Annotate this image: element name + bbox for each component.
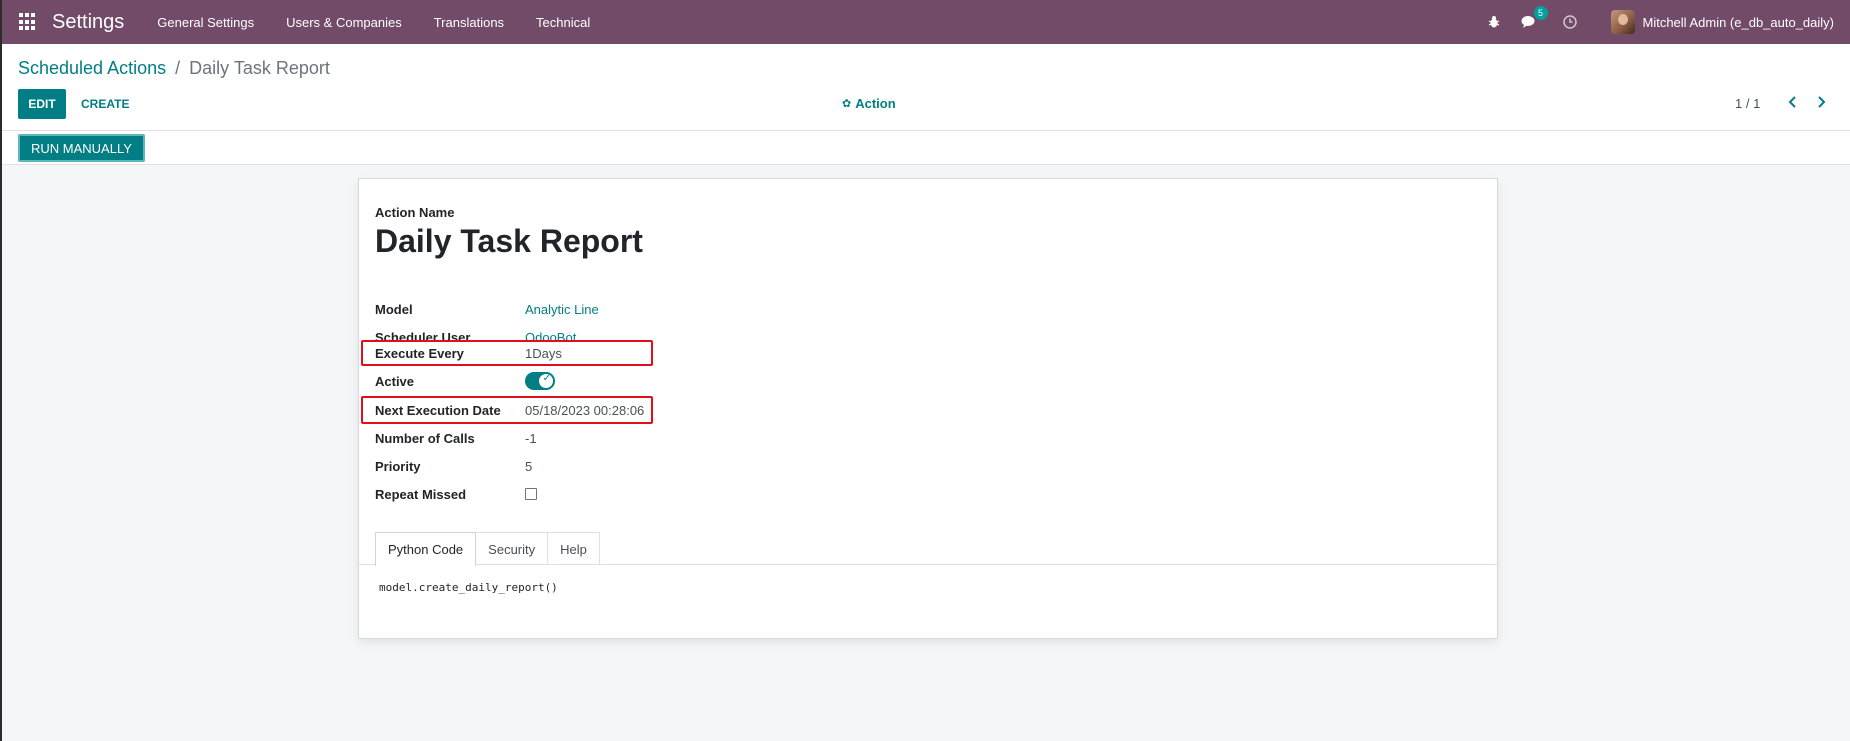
field-active: Active ✓	[375, 369, 675, 393]
control-panel: Scheduled Actions / Daily Task Report ED…	[2, 44, 1850, 131]
menu-general-settings[interactable]: General Settings	[141, 15, 270, 30]
form-statusbar: RUN MANUALLY	[2, 131, 1850, 165]
field-priority-value: 5	[525, 458, 533, 474]
action-name-label: Action Name	[375, 205, 455, 220]
check-icon: ✓	[542, 373, 551, 384]
field-model-label: Model	[375, 301, 413, 317]
chevron-left-icon[interactable]	[1783, 92, 1803, 112]
breadcrumb-separator: /	[175, 58, 181, 78]
navbar-systray: 5 Mitchell Admin (e_db_auto_daily)	[1477, 0, 1850, 44]
notebook-tabs: Python Code Security Help	[375, 532, 600, 566]
clock-icon[interactable]	[1562, 15, 1577, 29]
pager-value[interactable]: 1 / 1	[1735, 96, 1760, 111]
top-navbar: Settings General Settings Users & Compan…	[2, 0, 1850, 44]
form-sheet: Action Name Daily Task Report Model Anal…	[358, 178, 1498, 639]
action-menu-label: Action	[855, 96, 896, 111]
user-name: Mitchell Admin (e_db_auto_daily)	[1642, 14, 1835, 30]
field-active-label: Active	[375, 373, 415, 389]
field-nextcall-label: Next Execution Date	[375, 402, 501, 418]
field-numbercall-label: Number of Calls	[375, 430, 475, 446]
field-nextcall-value: 05/18/2023 00:28:06	[525, 402, 645, 418]
field-interval-label: Execute Every	[375, 345, 464, 361]
messages-badge: 5	[1533, 6, 1548, 20]
field-execute-every: Execute Every 1Days	[375, 341, 675, 365]
chat-icon[interactable]: 5	[1521, 6, 1548, 29]
field-number-of-calls: Number of Calls -1	[375, 426, 675, 450]
create-button[interactable]: CREATE	[72, 89, 138, 119]
menu-users-companies[interactable]: Users & Companies	[270, 15, 418, 30]
python-code-editor[interactable]: model.create_daily_report()	[379, 581, 558, 594]
avatar	[1610, 10, 1635, 34]
breadcrumb-scheduled-actions[interactable]: Scheduled Actions	[18, 58, 166, 78]
field-next-execution-date: Next Execution Date 05/18/2023 00:28:06	[375, 398, 675, 422]
field-numbercall-value: -1	[525, 430, 537, 446]
apps-grid-icon[interactable]	[19, 13, 37, 31]
field-priority-label: Priority	[375, 458, 421, 474]
field-doall-label: Repeat Missed	[375, 486, 467, 502]
user-menu[interactable]: Mitchell Admin (e_db_auto_daily)	[1610, 10, 1835, 34]
bug-icon[interactable]	[1487, 15, 1501, 29]
field-model-value[interactable]: Analytic Line	[525, 302, 599, 317]
app-title[interactable]: Settings	[52, 11, 124, 34]
repeat-missed-checkbox[interactable]	[525, 488, 537, 500]
field-repeat-missed: Repeat Missed	[375, 482, 675, 506]
run-manually-button[interactable]: RUN MANUALLY	[18, 134, 145, 162]
tab-divider	[359, 564, 1497, 565]
menu-technical[interactable]: Technical	[520, 15, 606, 30]
tab-help[interactable]: Help	[547, 532, 600, 565]
tab-python-code[interactable]: Python Code	[375, 532, 477, 566]
tab-security[interactable]: Security	[475, 532, 549, 565]
gear-icon: ✿	[842, 98, 852, 110]
edit-button[interactable]: EDIT	[18, 89, 66, 119]
action-name-value: Daily Task Report	[375, 223, 643, 259]
field-model: Model Analytic Line	[375, 297, 675, 321]
breadcrumb: Scheduled Actions / Daily Task Report	[18, 58, 330, 79]
active-toggle[interactable]: ✓	[525, 372, 555, 390]
main-menu: General Settings Users & Companies Trans…	[141, 15, 606, 30]
chevron-right-icon[interactable]	[1811, 92, 1831, 112]
action-menu-toggle[interactable]: ✿ Action	[842, 96, 896, 111]
field-interval-value: 1Days	[525, 345, 562, 361]
menu-translations[interactable]: Translations	[418, 15, 520, 30]
field-priority: Priority 5	[375, 454, 675, 478]
breadcrumb-current: Daily Task Report	[189, 58, 330, 78]
